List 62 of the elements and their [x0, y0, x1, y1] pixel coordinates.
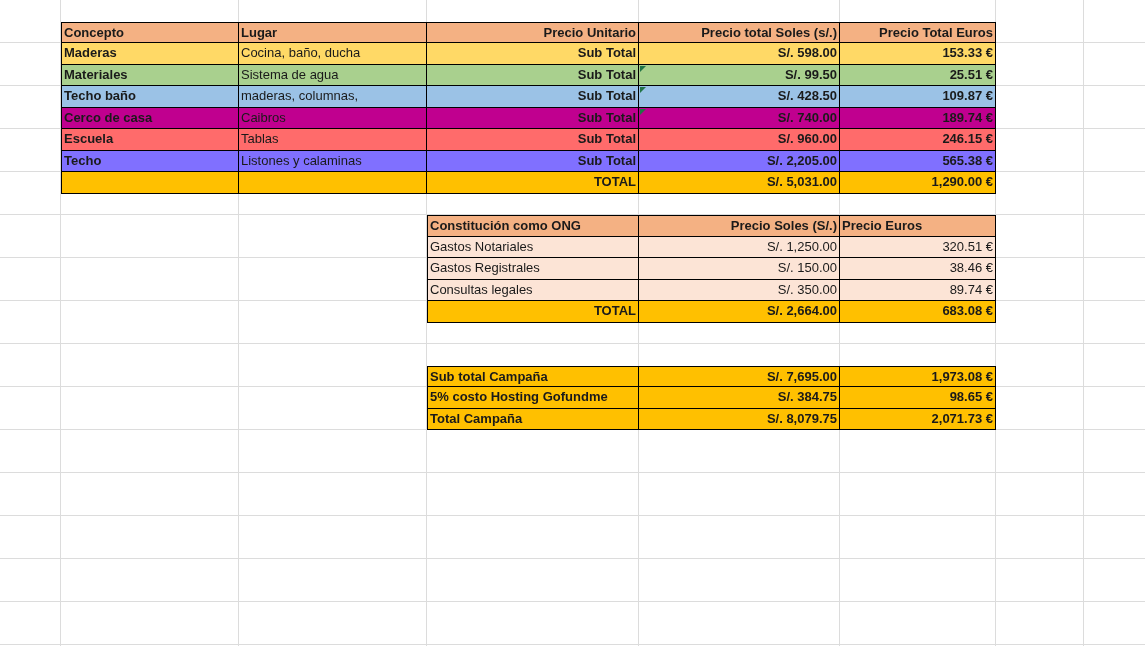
table-cell: 1,973.08 € [840, 365, 996, 387]
table-cell: Total Campaña [427, 408, 639, 430]
table-cell: S/. 428.50 [639, 86, 840, 108]
table-cell: S/. 99.50 [639, 64, 840, 86]
table-cell: Materiales [61, 64, 239, 86]
table-cell: Techo [61, 150, 239, 172]
table-cell: S/. 350.00 [639, 279, 840, 301]
column-header: Precio Euros [840, 215, 996, 237]
table-cell: 38.46 € [840, 258, 996, 280]
table-cell: S/. 384.75 [639, 387, 840, 409]
table-cell: Escuela [61, 129, 239, 151]
table-cell: Listones y calaminas [239, 150, 427, 172]
table-cell: 320.51 € [840, 236, 996, 258]
table-cell: Sub Total [427, 107, 639, 129]
table-cell: S/. 2,664.00 [639, 301, 840, 323]
table-cell: Sub Total [427, 43, 639, 65]
table-cell: TOTAL [427, 172, 639, 194]
table-cell: Maderas [61, 43, 239, 65]
column-header: Precio total Soles (s/.) [639, 21, 840, 43]
table-cell: 89.74 € [840, 279, 996, 301]
table-cell: Consultas legales [427, 279, 639, 301]
table-cell: Cerco de casa [61, 107, 239, 129]
table-cell: 565.38 € [840, 150, 996, 172]
table-cell: S/. 150.00 [639, 258, 840, 280]
table-cell: S/. 960.00 [639, 129, 840, 151]
table-cell: Tablas [239, 129, 427, 151]
column-header: Precio Total Euros [840, 21, 996, 43]
table-cell: S/. 5,031.00 [639, 172, 840, 194]
table-cell: S/. 598.00 [639, 43, 840, 65]
table-cell: 5% costo Hosting Gofundme [427, 387, 639, 409]
table-cell: S/. 2,205.00 [639, 150, 840, 172]
column-header: Precio Unitario [427, 21, 639, 43]
table-cell: Sub Total [427, 150, 639, 172]
table-cell: 246.15 € [840, 129, 996, 151]
table-cell: Sub Total [427, 129, 639, 151]
table-cell: Gastos Notariales [427, 236, 639, 258]
table-cell: 1,290.00 € [840, 172, 996, 194]
table-cell: maderas, columnas, [239, 86, 427, 108]
table-cell: Sistema de agua [239, 64, 427, 86]
table-cell: 109.87 € [840, 86, 996, 108]
table-cell: 189.74 € [840, 107, 996, 129]
column-header: Constitución como ONG [427, 215, 639, 237]
table-cell: Caibros [239, 107, 427, 129]
table-cell: Sub Total [427, 86, 639, 108]
table-cell: Cocina, baño, ducha [239, 43, 427, 65]
table-cell: Techo baño [61, 86, 239, 108]
table-cell: 98.65 € [840, 387, 996, 409]
table-cell: 2,071.73 € [840, 408, 996, 430]
table-cell: S/. 740.00 [639, 107, 840, 129]
table-cell: TOTAL [427, 301, 639, 323]
table-cell: S/. 1,250.00 [639, 236, 840, 258]
table-cell: Gastos Registrales [427, 258, 639, 280]
table-cell: S/. 7,695.00 [639, 365, 840, 387]
table-cell: S/. 8,079.75 [639, 408, 840, 430]
column-header: Precio Soles (S/.) [639, 215, 840, 237]
column-header: Lugar [239, 21, 427, 43]
table-cell: 683.08 € [840, 301, 996, 323]
column-header: Concepto [61, 21, 239, 43]
table-cell: 25.51 € [840, 64, 996, 86]
table-cell: Sub total Campaña [427, 365, 639, 387]
table-cell: Sub Total [427, 64, 639, 86]
table-cell: 153.33 € [840, 43, 996, 65]
